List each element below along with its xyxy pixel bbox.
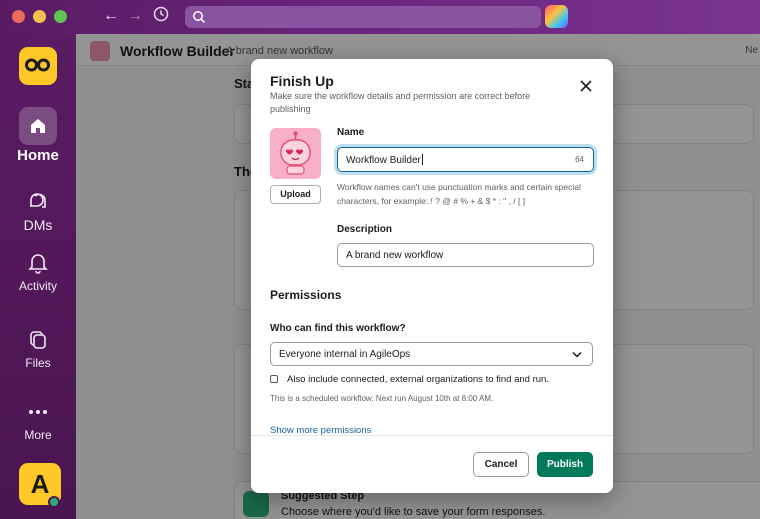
description-value: A brand new workflow: [346, 250, 444, 261]
description-field[interactable]: A brand new workflow: [337, 243, 594, 267]
schedule-note: This is a scheduled workflow. Next run A…: [270, 394, 494, 403]
window-minimize-button[interactable]: [33, 10, 46, 23]
infinity-logo-icon: [25, 58, 50, 72]
sidebar: Home DMs Activity Files More A: [0, 34, 76, 519]
forward-arrow-icon[interactable]: →: [127, 6, 143, 26]
files-icon: [30, 331, 46, 349]
external-orgs-checkbox[interactable]: [270, 375, 278, 383]
bell-icon: [28, 254, 48, 274]
close-icon[interactable]: [577, 77, 595, 95]
sidebar-item-dms[interactable]: DMs: [0, 187, 76, 233]
upload-button[interactable]: Upload: [270, 185, 321, 204]
search-bar[interactable]: [185, 6, 541, 28]
window-close-button[interactable]: [12, 10, 25, 23]
sidebar-item-label: Activity: [18, 279, 57, 293]
workspace-logo[interactable]: [19, 47, 57, 85]
sidebar-item-files[interactable]: Files: [0, 326, 76, 370]
who-can-find-select[interactable]: Everyone internal in AgileOps: [270, 342, 593, 366]
name-value: Workflow Builder: [346, 155, 421, 166]
external-orgs-label: Also include connected, external organiz…: [287, 374, 549, 385]
sidebar-item-more[interactable]: More: [0, 398, 76, 442]
back-arrow-icon[interactable]: ←: [103, 6, 119, 26]
sidebar-item-label: Home: [17, 147, 59, 164]
who-can-find-label: Who can find this workflow?: [270, 323, 406, 334]
title-bar: ← →: [0, 0, 760, 34]
who-can-find-value: Everyone internal in AgileOps: [279, 349, 411, 360]
description-label: Description: [337, 224, 393, 235]
help-avatar-icon[interactable]: [545, 5, 568, 28]
window-maximize-button[interactable]: [54, 10, 67, 23]
sidebar-item-label: More: [24, 428, 52, 442]
sidebar-item-activity[interactable]: Activity: [0, 249, 76, 293]
sidebar-item-label: DMs: [23, 217, 53, 233]
finish-up-modal: Finish Up Make sure the workflow details…: [251, 59, 613, 493]
name-field[interactable]: Workflow Builder 64: [337, 147, 594, 172]
publish-button[interactable]: Publish: [537, 452, 593, 477]
name-label: Name: [337, 127, 365, 138]
cancel-button[interactable]: Cancel: [473, 452, 529, 477]
home-icon: [31, 119, 45, 133]
modal-subtitle: Make sure the workflow details and permi…: [270, 91, 531, 114]
search-icon: [193, 11, 206, 24]
workflow-bot-avatar: [270, 128, 321, 179]
online-status-dot: [48, 496, 60, 508]
modal-footer: Cancel Publish: [251, 435, 613, 493]
modal-title: Finish Up: [270, 73, 334, 89]
name-char-count: 64: [575, 155, 584, 164]
history-icon[interactable]: [153, 6, 169, 28]
dms-icon: [30, 193, 46, 208]
chevron-down-icon: [572, 351, 582, 358]
permissions-heading: Permissions: [270, 288, 342, 302]
sidebar-item-label: Files: [25, 356, 51, 370]
sidebar-item-home[interactable]: Home: [0, 107, 76, 164]
name-hint: Workflow names can't use punctuation mar…: [337, 182, 581, 206]
more-icon: [29, 410, 47, 414]
